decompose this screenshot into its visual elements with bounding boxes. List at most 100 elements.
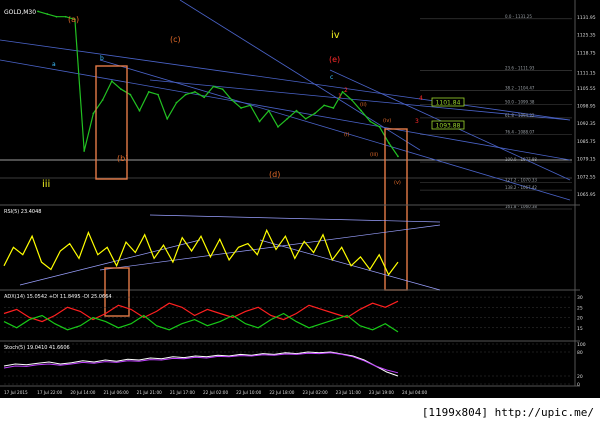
chart-screenshot: GOLD,M30 1131.951125.351118.751111.15110… bbox=[0, 0, 600, 421]
time-axis-label: 23 Jul 02:00 bbox=[303, 390, 328, 395]
price-y-tick-label: 1105.55 bbox=[577, 86, 596, 92]
fib-label: 23.6 - 1111.93 bbox=[505, 66, 535, 71]
price-point bbox=[55, 15, 58, 18]
fib-label: 76.4 - 1088.07 bbox=[505, 130, 535, 135]
price-level-label: 1101.84 bbox=[436, 100, 461, 107]
price-point bbox=[378, 125, 381, 128]
fib-label: 38.2 - 1104.47 bbox=[505, 86, 535, 91]
price-point bbox=[332, 107, 335, 109]
price-point bbox=[92, 112, 95, 115]
price-point bbox=[37, 10, 39, 13]
price-point bbox=[397, 155, 399, 158]
price-point bbox=[314, 112, 316, 115]
price-y-tick-label: 1125.35 bbox=[577, 33, 596, 39]
price-point bbox=[175, 101, 178, 104]
time-axis-label: 23 Jul 11:00 bbox=[336, 390, 361, 395]
stochastic-title: Stoch(5) 19.0410 41.6606 bbox=[4, 345, 70, 351]
fib-label: 100.0 - 1077.88 bbox=[505, 157, 537, 162]
stochastic-y-tick-label: 80 bbox=[577, 350, 583, 356]
price-point bbox=[203, 96, 206, 99]
price-point bbox=[304, 117, 307, 120]
wave-label: (a) bbox=[68, 15, 79, 24]
price-point bbox=[221, 88, 224, 91]
price-point bbox=[184, 93, 187, 96]
price-y-tick-label: 1065.95 bbox=[577, 192, 596, 198]
price-point bbox=[147, 91, 150, 93]
adx-y-tick-label: 15 bbox=[577, 326, 583, 332]
stochastic-y-tick-label: 20 bbox=[577, 374, 583, 380]
wave-label: a bbox=[52, 61, 56, 68]
price-point bbox=[101, 99, 104, 101]
price-point bbox=[369, 120, 372, 123]
price-y-tick-label: 1072.55 bbox=[577, 174, 596, 180]
wave-label: iv bbox=[331, 30, 340, 41]
stochastic-y-tick-label: 100 bbox=[577, 342, 586, 348]
price-point bbox=[240, 107, 242, 109]
price-point bbox=[138, 109, 141, 112]
time-axis-label: 21 Jul 17:00 bbox=[170, 390, 195, 395]
wave-label: 3 bbox=[415, 118, 419, 125]
wave-label: 2 bbox=[344, 87, 348, 94]
wave-label: (ii) bbox=[360, 102, 367, 108]
wave-label: (e) bbox=[329, 55, 340, 64]
price-point bbox=[46, 13, 49, 15]
price-point bbox=[360, 109, 362, 112]
price-point bbox=[120, 88, 122, 91]
price-point bbox=[83, 150, 86, 152]
fib-label: 61.8 - 1094.32 bbox=[505, 113, 535, 118]
price-point bbox=[212, 85, 215, 88]
watermark-text: [1199x804] http://upic.me/ bbox=[421, 406, 594, 419]
fib-label: 127.2 - 1070.33 bbox=[505, 177, 537, 182]
price-point bbox=[277, 125, 279, 128]
price-y-tick-label: 1092.35 bbox=[577, 121, 596, 127]
time-axis-label: 17 Jul 22:00 bbox=[37, 390, 62, 395]
price-y-tick-label: 1085.75 bbox=[577, 139, 596, 145]
price-point bbox=[286, 117, 289, 120]
price-point bbox=[258, 120, 261, 123]
fib-label: 0.0 - 1131.25 bbox=[505, 14, 532, 19]
adx-y-tick-label: 25 bbox=[577, 305, 583, 311]
price-point bbox=[350, 99, 353, 101]
price-y-tick-label: 1131.95 bbox=[577, 15, 596, 21]
terminal-background bbox=[0, 0, 600, 398]
price-point bbox=[110, 80, 113, 83]
time-axis-label: 22 Jul 10:00 bbox=[236, 390, 261, 395]
time-axis-label: 17 Jul 2015 bbox=[4, 390, 28, 395]
price-point bbox=[230, 99, 233, 101]
wave-label: (c) bbox=[170, 35, 181, 44]
adx-y-tick-label: 20 bbox=[577, 316, 583, 322]
price-y-tick-label: 1118.75 bbox=[577, 50, 596, 56]
wave-label: iii bbox=[42, 179, 50, 190]
wave-label: c bbox=[330, 74, 333, 81]
price-point bbox=[157, 93, 159, 96]
price-level-label: 1093.88 bbox=[436, 123, 461, 130]
time-axis-label: 22 Jul 18:00 bbox=[269, 390, 294, 395]
time-axis-label: 22 Jul 02:00 bbox=[203, 390, 228, 395]
wave-label: (i) bbox=[344, 132, 349, 138]
adx-y-tick-label: 30 bbox=[577, 295, 583, 301]
fib-label: 50.0 - 1099.38 bbox=[505, 99, 535, 104]
price-y-tick-label: 1079.15 bbox=[577, 157, 596, 163]
price-point bbox=[249, 104, 252, 107]
price-y-tick-label: 1111.15 bbox=[577, 71, 596, 77]
wave-label: (iv) bbox=[383, 118, 391, 124]
price-point bbox=[295, 109, 298, 112]
stochastic-y-tick-label: 0 bbox=[577, 382, 580, 388]
wave-label: 4 bbox=[419, 95, 423, 102]
time-axis-label: 24 Jul 04:00 bbox=[402, 390, 427, 395]
price-point bbox=[166, 117, 169, 120]
price-point bbox=[387, 142, 390, 144]
time-axis-label: 23 Jul 19:00 bbox=[369, 390, 394, 395]
price-point bbox=[64, 15, 67, 18]
time-axis-label: 21 Jul 06:00 bbox=[104, 390, 129, 395]
price-point bbox=[323, 104, 326, 107]
fib-label: 138.2 - 1067.42 bbox=[505, 185, 537, 190]
time-axis-label: 20 Jul 14:00 bbox=[70, 390, 95, 395]
wave-label: (d) bbox=[269, 170, 280, 179]
price-point bbox=[194, 91, 196, 93]
price-point bbox=[267, 109, 270, 112]
price-point bbox=[129, 93, 132, 96]
wave-label: 1 bbox=[338, 93, 342, 100]
price-panel-title: GOLD,M30 bbox=[4, 9, 36, 16]
time-axis-label: 21 Jul 21:00 bbox=[137, 390, 162, 395]
